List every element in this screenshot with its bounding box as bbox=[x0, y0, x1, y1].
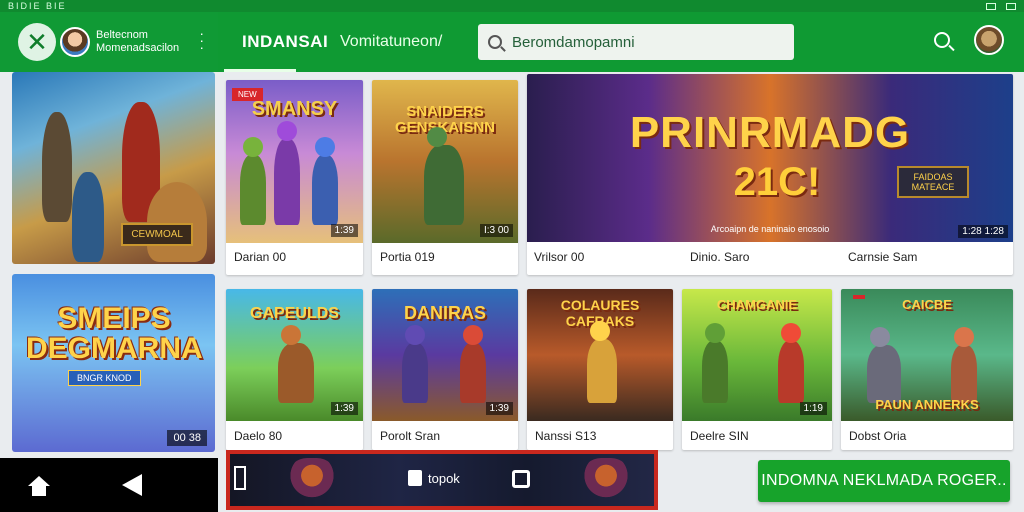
status-icons bbox=[986, 2, 1016, 10]
character-figure bbox=[402, 343, 428, 403]
character-figure bbox=[72, 172, 104, 262]
brand-tab[interactable]: INDANSAI bbox=[242, 32, 328, 52]
character-figure bbox=[702, 341, 728, 403]
status-bar: BIDIE BIE bbox=[0, 0, 1024, 12]
game-thumbnail: GAPEULDS 1:39 bbox=[226, 289, 363, 421]
game-badge: 00 38 bbox=[167, 430, 207, 446]
game-title: CAICBE bbox=[902, 297, 952, 312]
game-badge: 1:39 bbox=[330, 224, 358, 237]
character-figure bbox=[460, 343, 486, 403]
game-badge: 1:39 bbox=[485, 402, 513, 415]
character-figure bbox=[274, 139, 300, 225]
account-info: Beltecnom Momenadsacilon bbox=[96, 29, 179, 55]
profile-avatar[interactable] bbox=[974, 25, 1004, 55]
search-text: Beromdamopamni bbox=[512, 33, 635, 51]
game-thumbnail: SNAIDERS GENSKAISNN I:3 00 bbox=[372, 80, 518, 243]
character-figure bbox=[42, 112, 72, 222]
hero-banner-card[interactable]: PRINRMADG 21C! FAIDOAS MATEACE Arcoaipn … bbox=[527, 74, 1013, 275]
ad-content: topok bbox=[230, 454, 654, 506]
game-thumbnail: COLAURES CAFRAKS bbox=[527, 289, 673, 421]
bottom-nav bbox=[0, 458, 218, 512]
game-title: SMANSY bbox=[251, 98, 338, 120]
featured-card-2[interactable]: SMEIPS DEGMARNA BNGR KNOD 00 38 bbox=[12, 274, 215, 452]
search-icon[interactable] bbox=[934, 32, 950, 48]
ad-character bbox=[582, 458, 630, 502]
game-card[interactable]: SNAIDERS GENSKAISNN I:3 00 Portia 019 bbox=[372, 80, 518, 275]
game-title: SMEIPS DEGMARNA bbox=[26, 302, 203, 365]
close-icon: ✕ bbox=[26, 26, 48, 57]
banner-title: PRINRMADG bbox=[629, 108, 911, 157]
back-icon[interactable] bbox=[122, 474, 142, 496]
game-subtitle: BNGR KNOD bbox=[68, 370, 141, 386]
character-figure bbox=[867, 345, 901, 403]
game-caption: Porolt Sran bbox=[380, 429, 441, 443]
game-title: GAPEULDS bbox=[250, 305, 339, 322]
game-thumbnail: CAICBE PAUN ANNERKS bbox=[841, 289, 1013, 421]
status-text: BIDIE BIE bbox=[8, 1, 67, 11]
game-card[interactable]: CAICBE PAUN ANNERKS Dobst Oria bbox=[841, 289, 1013, 450]
ad-banner[interactable]: topok bbox=[226, 450, 658, 510]
banner-plate: FAIDOAS MATEACE bbox=[897, 166, 969, 198]
top-app-bar: INDANSAI Vomitatuneon/ Beromdamopamni bbox=[218, 12, 1024, 72]
account-line1: Beltecnom bbox=[96, 29, 148, 41]
creature-figure bbox=[147, 182, 207, 262]
menu-icon[interactable] bbox=[234, 466, 246, 490]
account-line2: Momenadsacilon bbox=[96, 42, 180, 54]
search-icon bbox=[488, 35, 502, 49]
game-caption: Deelre SIN bbox=[690, 429, 749, 443]
game-title: DANIRAS bbox=[403, 303, 486, 323]
game-caption: Daelo 80 bbox=[234, 429, 283, 443]
banner-title-2: 21C! bbox=[733, 160, 821, 204]
game-card[interactable]: CHAMGANIE 1:19 Deelre SIN bbox=[682, 289, 832, 450]
game-caption: Carnsie Sam bbox=[848, 250, 918, 264]
character-figure bbox=[778, 341, 804, 403]
character-figure bbox=[278, 343, 314, 403]
ad-character bbox=[288, 458, 336, 502]
game-card[interactable]: DANIRAS 1:39 Porolt Sran bbox=[372, 289, 518, 450]
game-thumbnail: CHAMGANIE 1:19 bbox=[682, 289, 832, 421]
game-title: CHAMGANIE bbox=[716, 297, 798, 312]
square-icon[interactable] bbox=[512, 470, 530, 488]
game-caption: Nanssi S13 bbox=[535, 429, 597, 443]
left-header: ✕ Beltecnom Momenadsacilon · · · bbox=[0, 12, 218, 72]
close-button[interactable]: ✕ bbox=[18, 23, 56, 61]
game-badge: 1:28 1:28 bbox=[958, 225, 1008, 238]
game-badge: 1:39 bbox=[330, 402, 358, 415]
ad-label-text: topok bbox=[428, 470, 460, 486]
cta-button[interactable]: INDOMNA NEKLMADA ROGER.. bbox=[758, 460, 1010, 502]
character-figure bbox=[951, 345, 977, 403]
game-caption: Vrilsor 00 bbox=[534, 250, 585, 264]
game-caption: Portia 019 bbox=[380, 250, 435, 264]
game-card[interactable]: GAPEULDS 1:39 Daelo 80 bbox=[226, 289, 363, 450]
featured-card-1[interactable]: CEWMOAL bbox=[12, 72, 215, 264]
character-figure bbox=[587, 339, 617, 403]
home-icon[interactable] bbox=[28, 476, 50, 496]
game-caption: Dobst Oria bbox=[849, 429, 907, 443]
character-figure bbox=[312, 155, 338, 225]
kebab-menu-icon[interactable]: · · · bbox=[199, 26, 204, 54]
game-title-2: PAUN ANNERKS bbox=[875, 397, 979, 412]
game-tag: CEWMOAL bbox=[121, 223, 193, 246]
game-card[interactable]: NEW SMANSY 1:39 Darian 00 bbox=[226, 80, 363, 275]
document-icon bbox=[408, 470, 422, 486]
game-thumbnail: DANIRAS 1:39 bbox=[372, 289, 518, 421]
search-input[interactable]: Beromdamopamni bbox=[478, 24, 794, 60]
active-tab-indicator bbox=[224, 69, 296, 72]
banner-subtitle: Arcoaipn de naninaio enosoio bbox=[710, 224, 830, 234]
character-figure bbox=[240, 155, 266, 225]
game-badge: I:3 00 bbox=[479, 224, 513, 237]
game-caption: Darian 00 bbox=[234, 250, 287, 264]
subtitle-tab[interactable]: Vomitatuneon/ bbox=[340, 33, 442, 51]
character-figure bbox=[424, 145, 464, 225]
game-badge: 1:19 bbox=[799, 402, 827, 415]
banner-art: PRINRMADG 21C! FAIDOAS MATEACE Arcoaipn … bbox=[527, 74, 1013, 242]
game-caption: Dinio. Saro bbox=[690, 250, 750, 264]
avatar[interactable] bbox=[60, 27, 90, 57]
ad-label[interactable]: topok bbox=[408, 470, 460, 486]
battery-icon bbox=[986, 2, 996, 10]
signal-icon bbox=[1006, 2, 1016, 10]
game-card[interactable]: COLAURES CAFRAKS Nanssi S13 bbox=[527, 289, 673, 450]
game-thumbnail: NEW SMANSY 1:39 bbox=[226, 80, 363, 243]
